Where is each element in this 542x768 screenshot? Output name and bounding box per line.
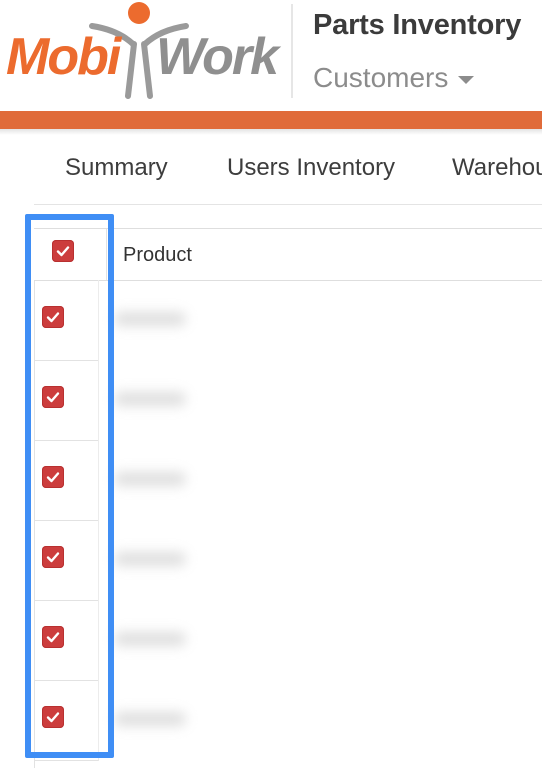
dropdown-label: Customers [313,62,449,93]
table-row[interactable] [34,360,542,441]
table-header-row: Product [34,228,542,281]
blurred-product-name [114,472,186,486]
check-icon [56,246,70,257]
header-shadow [0,129,542,135]
row-select-cell [34,280,99,361]
check-icon [46,632,60,643]
caret-down-icon [458,76,475,84]
svg-text:Mobi: Mobi [6,28,123,86]
tab-warehouse[interactable]: Warehouse [452,154,542,182]
blurred-product-name [114,312,186,326]
app-header: Mobi Work Parts Inventory Customers [0,0,542,111]
blurred-product-name [114,552,186,566]
check-icon [46,472,60,483]
mobiwork-logo[interactable]: Mobi Work [0,0,285,111]
row-select-cell [34,440,99,521]
page-title: Parts Inventory [313,9,522,41]
svg-text:Work: Work [156,28,282,86]
tab-bar: Summary Users Inventory Warehouse [34,138,542,205]
blurred-product-name [114,632,186,646]
select-all-checkbox[interactable] [52,240,74,262]
row-select-cell [34,600,99,681]
header-accent-bar [0,111,542,129]
row-checkbox[interactable] [42,306,64,328]
table-row[interactable] [34,280,542,361]
row-checkbox[interactable] [42,706,64,728]
check-icon [46,312,60,323]
row-checkbox[interactable] [42,386,64,408]
tab-summary[interactable]: Summary [65,154,168,182]
check-icon [46,392,60,403]
tab-users-inventory[interactable]: Users Inventory [227,154,395,182]
blurred-product-name [114,392,186,406]
row-checkbox[interactable] [42,546,64,568]
row-select-cell [34,680,99,761]
table-row[interactable] [34,440,542,521]
customers-dropdown[interactable]: Customers [313,62,475,94]
check-icon [46,712,60,723]
blurred-product-name [114,712,186,726]
row-select-cell [34,360,99,441]
row-checkbox[interactable] [42,626,64,648]
table-row[interactable] [34,600,542,681]
select-all-cell [34,229,107,280]
row-checkbox[interactable] [42,466,64,488]
column-header-product[interactable]: Product [123,244,192,267]
check-icon [46,552,60,563]
header-divider [291,4,293,98]
row-select-cell [34,520,99,601]
table-row[interactable] [34,680,542,761]
table-row[interactable] [34,520,542,601]
